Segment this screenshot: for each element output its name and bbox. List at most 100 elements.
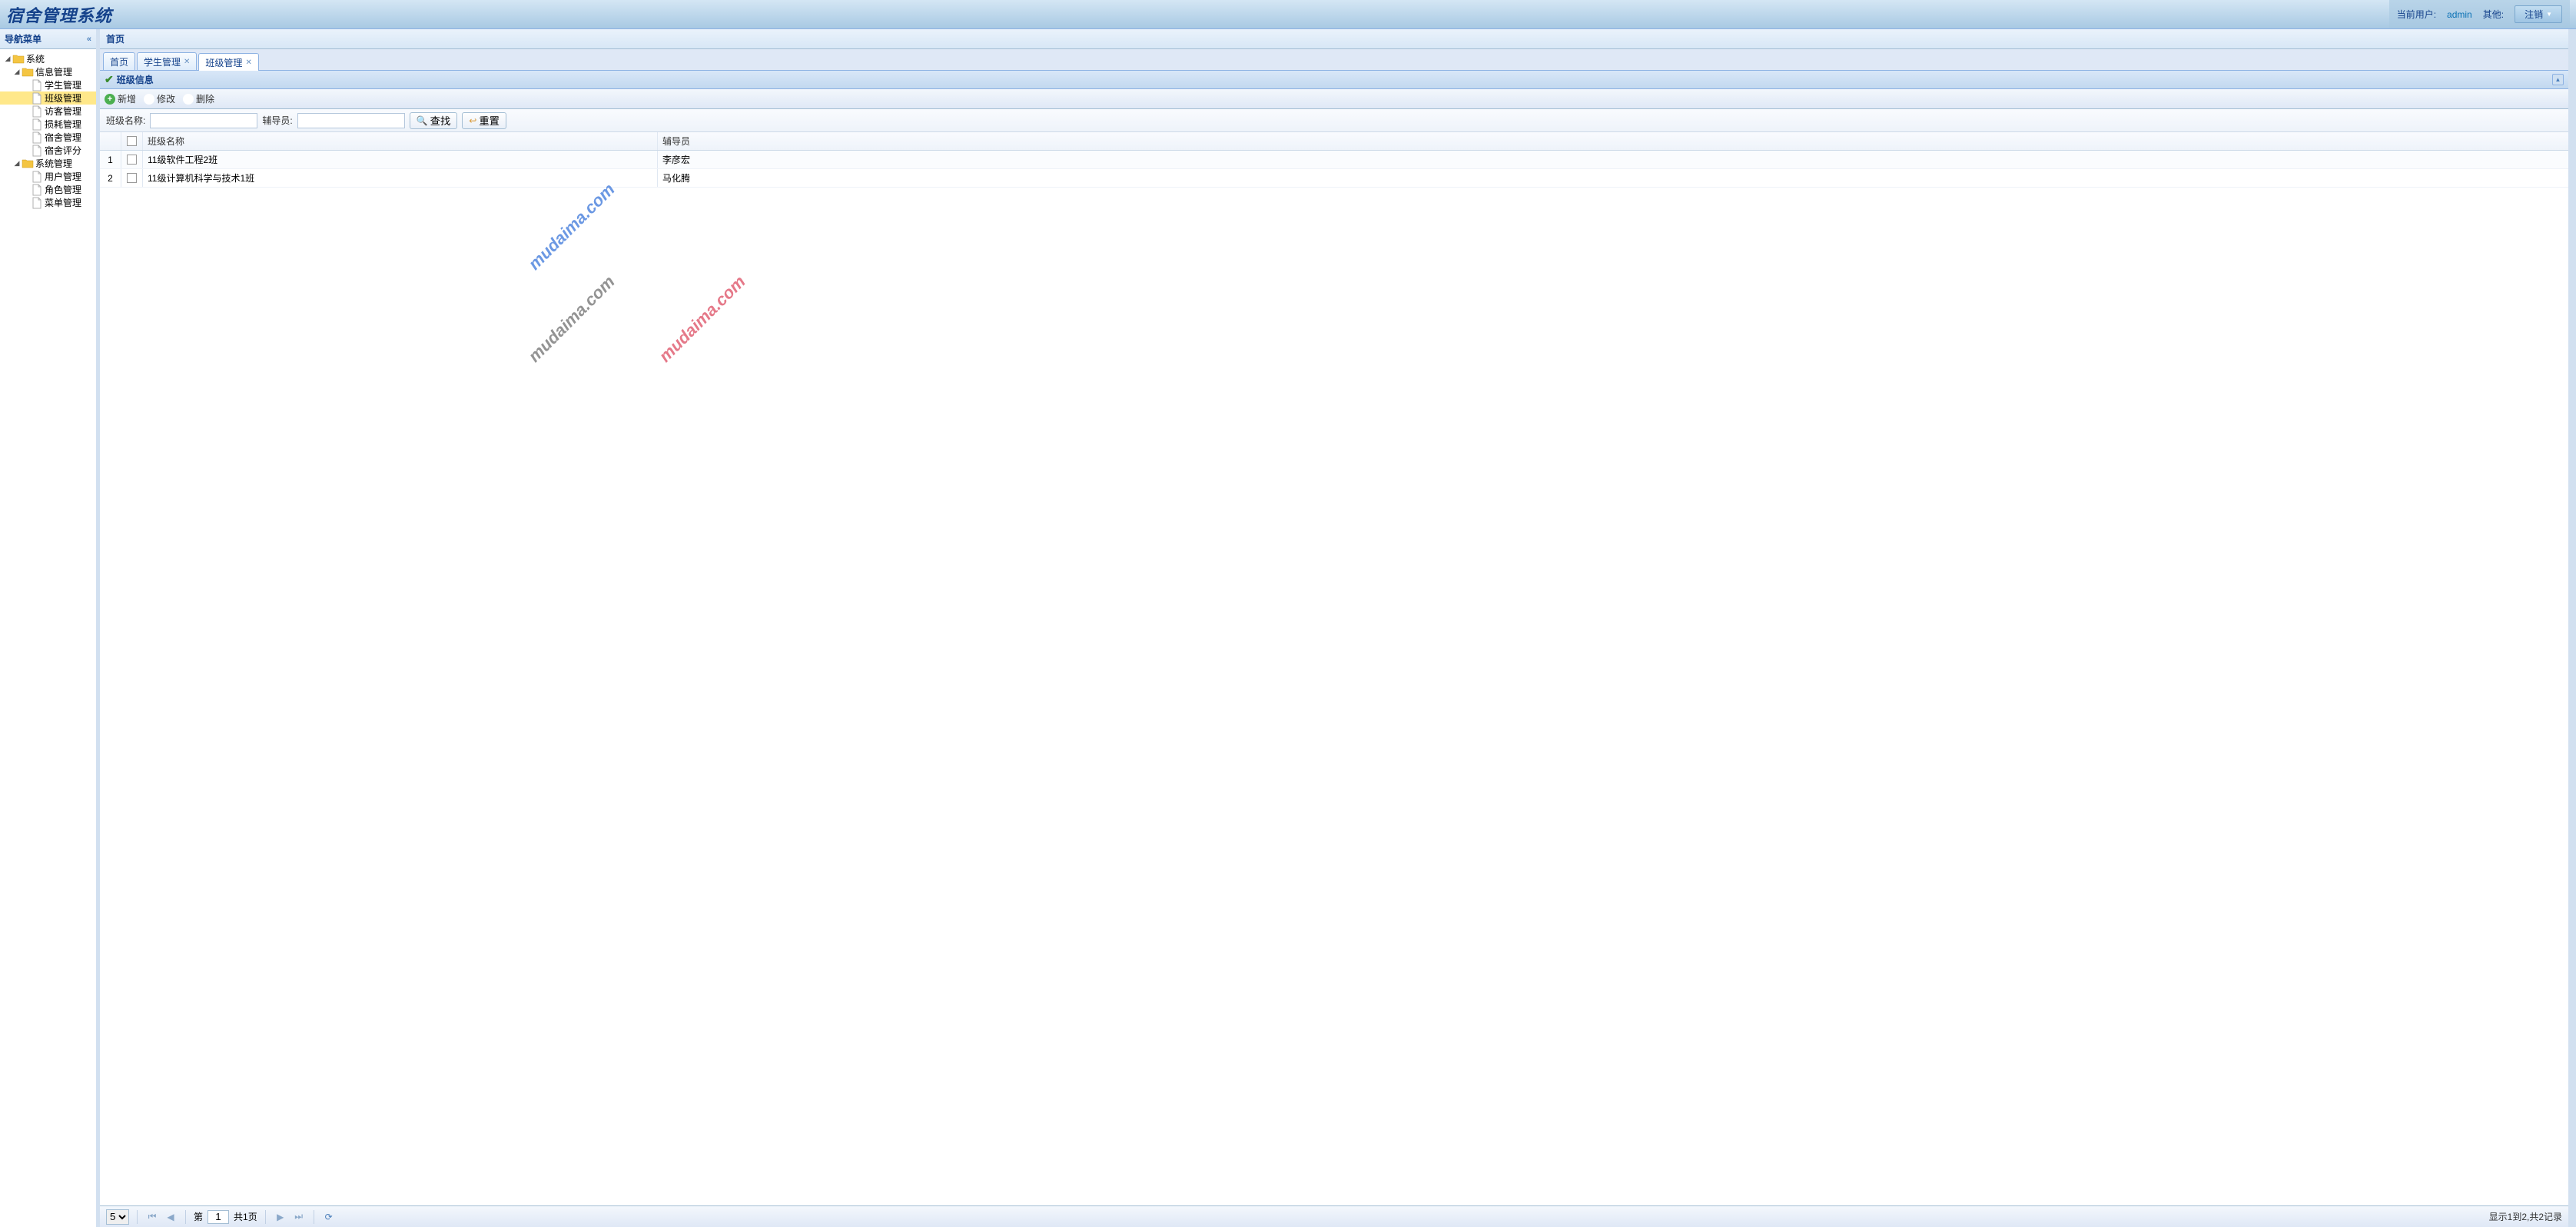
content-area: 首页 首页学生管理✕班级管理✕ ✔ 班级信息 ▲ +新增 ✎修改 ━删除 班级名… (100, 29, 2572, 1227)
select-all-checkbox[interactable] (127, 136, 137, 146)
search-button[interactable]: 🔍查找 (410, 112, 458, 129)
tree-item[interactable]: 损耗管理 (0, 118, 96, 131)
current-user-link[interactable]: admin (2447, 9, 2472, 20)
toolbar: +新增 ✎修改 ━删除 (100, 89, 2568, 109)
tree-item[interactable]: 菜单管理 (0, 196, 96, 209)
search-icon: 🔍 (417, 115, 428, 126)
sidebar: 导航菜单 « ◢系统◢信息管理学生管理班级管理访客管理损耗管理宿舍管理宿舍评分◢… (0, 29, 100, 1227)
grid-header: 班级名称 辅导员 (100, 132, 2568, 151)
tab[interactable]: 学生管理✕ (137, 52, 197, 70)
tree-label: 信息管理 (35, 65, 72, 78)
tree-label: 学生管理 (45, 78, 81, 91)
col-coach-header[interactable]: 辅导员 (658, 132, 2568, 150)
tree-item[interactable]: 访客管理 (0, 105, 96, 118)
sidebar-header: 导航菜单 « (0, 29, 96, 49)
tree-label: 系统 (26, 52, 45, 65)
tree-folder[interactable]: ◢系统管理 (0, 157, 96, 170)
tree-item[interactable]: 宿舍评分 (0, 144, 96, 157)
row-checkbox[interactable] (127, 173, 137, 183)
tree-item[interactable]: 角色管理 (0, 183, 96, 196)
tab[interactable]: 首页 (103, 52, 135, 70)
panel-title: 班级信息 (117, 73, 154, 86)
logout-label: 注销 (2525, 8, 2543, 21)
sidebar-title: 导航菜单 (5, 32, 41, 45)
cell-name: 11级软件工程2班 (143, 151, 658, 168)
prev-page-button[interactable]: ◀ (164, 1210, 178, 1224)
sidebar-collapse-icon[interactable]: « (87, 35, 91, 44)
cell-coach: 马化腾 (658, 169, 2568, 187)
watermark: mudaima.com (655, 272, 749, 367)
tree-item[interactable]: 宿舍管理 (0, 131, 96, 144)
coach-label: 辅导员: (262, 114, 292, 127)
tree-folder[interactable]: ◢ 信息管理 (0, 65, 96, 78)
folder-icon (22, 158, 34, 170)
table-row[interactable]: 2 11级计算机科学与技术1班马化腾 (100, 169, 2568, 188)
expander-icon: ◢ (12, 159, 22, 168)
watermark: mudaima.com (524, 180, 619, 274)
first-page-button[interactable]: ⏮ (145, 1210, 159, 1224)
tree-label: 角色管理 (45, 183, 81, 196)
last-page-button[interactable]: ⏭ (292, 1210, 306, 1224)
right-splitter[interactable] (2572, 29, 2576, 1227)
app-logo: 宿舍管理系统 (6, 2, 112, 27)
tree-label: 宿舍评分 (45, 144, 81, 157)
tab-close-icon[interactable]: ✕ (184, 58, 190, 66)
grid-body: 111级软件工程2班李彦宏211级计算机科学与技术1班马化腾 (100, 151, 2568, 188)
delete-button[interactable]: ━删除 (183, 92, 214, 105)
current-user-label: 当前用户: (2397, 8, 2436, 21)
page-icon (31, 131, 43, 144)
page-number-input[interactable] (207, 1210, 229, 1224)
row-number: 2 (100, 169, 121, 187)
reset-icon: ↩ (469, 115, 476, 126)
page-icon (31, 79, 43, 91)
tab-label: 学生管理 (144, 55, 181, 68)
edit-button[interactable]: ✎修改 (144, 92, 175, 105)
tree-label: 班级管理 (45, 91, 81, 105)
tree-label: 菜单管理 (45, 196, 81, 209)
tree-item[interactable]: 学生管理 (0, 78, 96, 91)
folder-icon (12, 53, 25, 65)
row-checkbox[interactable] (127, 155, 137, 165)
tab-close-icon[interactable]: ✕ (245, 58, 251, 67)
coach-input[interactable] (297, 113, 405, 128)
nav-tree: ◢ 系统 ◢ 信息管理学生管理班级管理访客管理损耗管理宿舍管理宿舍评分◢系统管理用户管… (0, 49, 96, 1227)
refresh-button[interactable]: ⟳ (322, 1210, 336, 1224)
panel-header: ✔ 班级信息 ▲ (100, 71, 2568, 89)
logout-button[interactable]: 注销 ▼ (2515, 5, 2562, 23)
expander-icon: ◢ (12, 68, 22, 76)
tree-folder[interactable]: ◢ 系统 (0, 52, 96, 65)
table-row[interactable]: 111级软件工程2班李彦宏 (100, 151, 2568, 169)
pencil-icon: ✎ (144, 94, 154, 105)
page-icon (31, 184, 43, 196)
col-rownum (100, 132, 121, 150)
tab-strip: 首页学生管理✕班级管理✕ (100, 49, 2568, 71)
page-size-select[interactable]: 5 (106, 1209, 129, 1225)
tree-label: 用户管理 (45, 170, 81, 183)
class-name-label: 班级名称: (106, 114, 145, 127)
watermark: mudaima.com (524, 272, 619, 367)
next-page-button[interactable]: ▶ (274, 1210, 287, 1224)
page-icon (31, 105, 43, 118)
tree-item[interactable]: 用户管理 (0, 170, 96, 183)
tree-item[interactable]: 班级管理 (0, 91, 96, 105)
tab-label: 首页 (110, 55, 128, 68)
minus-icon: ━ (183, 94, 194, 105)
tab[interactable]: 班级管理✕ (198, 53, 258, 71)
expander-icon: ◢ (3, 55, 12, 63)
page-icon (31, 197, 43, 209)
row-number: 1 (100, 151, 121, 168)
class-name-input[interactable] (150, 113, 257, 128)
other-label: 其他: (2483, 8, 2504, 21)
tree-label: 访客管理 (45, 105, 81, 118)
data-grid: 班级名称 辅导员 111级软件工程2班李彦宏211级计算机科学与技术1班马化腾 … (100, 132, 2568, 1205)
main-layout: 导航菜单 « ◢系统◢信息管理学生管理班级管理访客管理损耗管理宿舍管理宿舍评分◢… (0, 29, 2576, 1227)
page-icon (31, 145, 43, 157)
reset-button[interactable]: ↩重置 (462, 112, 506, 129)
col-name-header[interactable]: 班级名称 (143, 132, 658, 150)
add-button[interactable]: +新增 (105, 92, 136, 105)
page-icon (31, 118, 43, 131)
pager: 5 ⏮ ◀ 第 共1页 ▶ ⏭ ⟳ 显示1到2,共2记录 (100, 1205, 2568, 1227)
panel-collapse-icon[interactable]: ▲ (2552, 74, 2564, 85)
chevron-down-icon: ▼ (2546, 11, 2552, 18)
cell-name: 11级计算机科学与技术1班 (143, 169, 658, 187)
